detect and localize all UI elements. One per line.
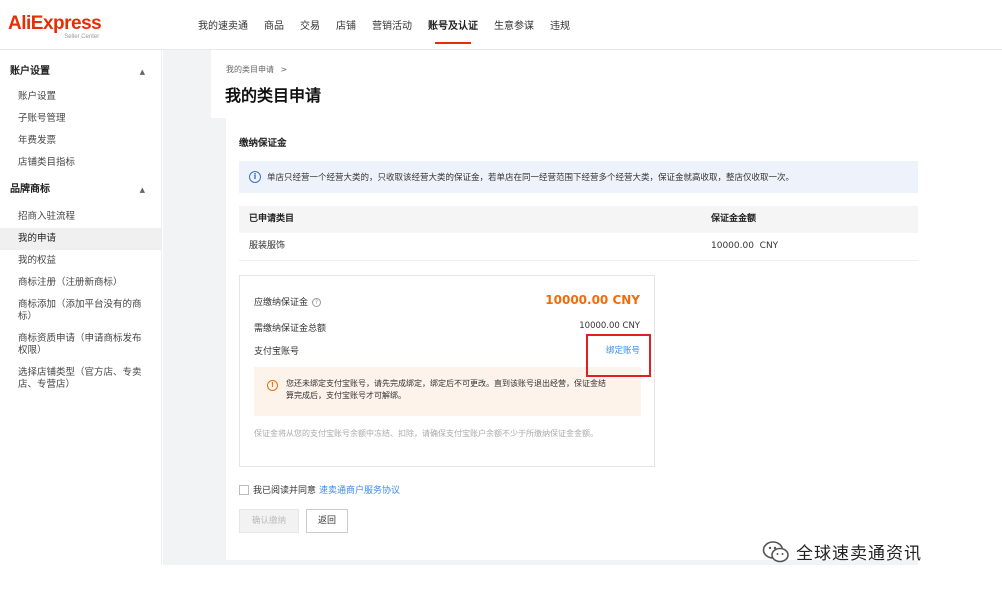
watermark-text: 全球速卖通资讯	[796, 544, 922, 564]
agreement-prefix: 我已阅读并同意	[253, 486, 317, 496]
top-bar: AliExpress Seller Center 我的速卖通 商品 交易 店铺 …	[0, 0, 1002, 50]
collapse-caret-icon[interactable]: ▲	[140, 58, 145, 86]
due-label: 应缴纳保证金	[254, 298, 309, 308]
sidebar-group-title: 品牌商标	[10, 184, 50, 195]
nav-item-business-advisor[interactable]: 生意参谋	[486, 0, 542, 50]
sidebar-group-brand[interactable]: 品牌商标 ▲	[0, 176, 161, 204]
nav-item-violations[interactable]: 违规	[542, 0, 578, 50]
due-label-row: 应缴纳保证金?	[254, 295, 322, 308]
breadcrumb: 我的类目申请 >	[226, 64, 287, 75]
nav-item-marketing[interactable]: 营销活动	[364, 0, 420, 50]
agreement-row: 我已阅读并同意 速卖通商户服务协议	[239, 483, 400, 496]
back-button[interactable]: 返回	[306, 509, 348, 533]
breadcrumb-link[interactable]: 我的类目申请	[226, 65, 274, 74]
sidebar-item-trademark-add[interactable]: 商标添加（添加平台没有的商标）	[0, 294, 161, 328]
nav-item-orders[interactable]: 交易	[292, 0, 328, 50]
sidebar-item-store-category-metrics[interactable]: 店铺类目指标	[0, 152, 161, 174]
warning-icon: !	[267, 380, 278, 391]
agreement-checkbox[interactable]	[239, 484, 249, 495]
sidebar-item-account-settings[interactable]: 账户设置	[0, 86, 161, 108]
breadcrumb-separator: >	[280, 65, 288, 74]
page-title: 我的类目申请	[225, 86, 322, 105]
warning-box: ! 您还未绑定支付宝账号，请先完成绑定，绑定后不可更改。直到该账号退出经营，保证…	[254, 367, 641, 416]
nav-item-store[interactable]: 店铺	[328, 0, 364, 50]
aliexpress-logo[interactable]: AliExpress Seller Center	[8, 13, 102, 41]
info-banner: i 单店只经营一个经营大类的，只收取该经营大类的保证金，若单店在同一经营范围下经…	[239, 161, 918, 193]
watermark: 全球速卖通资讯	[762, 539, 922, 564]
sidebar: 账户设置 ▲ 账户设置 子账号管理 年费发票 店铺类目指标 品牌商标 ▲ 招商入…	[0, 50, 162, 565]
table-row: 服装服饰 10000.00 CNY	[239, 233, 918, 261]
main-nav: 我的速卖通 商品 交易 店铺 营销活动 账号及认证 生意参谋 违规	[190, 0, 578, 50]
nav-item-my-aliexpress[interactable]: 我的速卖通	[190, 0, 256, 50]
sidebar-item-sub-accounts[interactable]: 子账号管理	[0, 108, 161, 130]
info-text: 单店只经营一个经营大类的，只收取该经营大类的保证金，若单店在同一经营范围下经营多…	[267, 173, 795, 183]
sidebar-item-trademark-qualification[interactable]: 商标资质申请（申请商标发布权限）	[0, 328, 161, 362]
cell-amount: 10000.00 CNY	[711, 241, 779, 251]
agreement-link[interactable]: 速卖通商户服务协议	[319, 483, 400, 496]
logo-subtitle: Seller Center	[64, 34, 100, 40]
cell-category: 服装服饰	[249, 241, 286, 251]
header-amount: 保证金金额	[711, 214, 757, 224]
logo-text: AliExpress	[8, 13, 102, 34]
sidebar-group-account[interactable]: 账户设置 ▲	[0, 58, 161, 86]
table-header: 已申请类目 保证金金额	[239, 206, 918, 233]
sidebar-group-title: 账户设置	[10, 66, 50, 77]
help-icon[interactable]: ?	[312, 298, 322, 307]
sidebar-item-my-rights[interactable]: 我的权益	[0, 250, 161, 272]
payment-note: 保证金将从您的支付宝账号余额中冻结、扣除，请确保支付宝账户余额不少于所缴纳保证金…	[254, 429, 598, 438]
sidebar-item-store-type[interactable]: 选择店铺类型（官方店、专卖店、专营店）	[0, 362, 161, 396]
info-icon: i	[249, 171, 261, 183]
section-title: 缴纳保证金	[239, 138, 287, 149]
sidebar-item-annual-fee-invoice[interactable]: 年费发票	[0, 130, 161, 152]
total-amount: 10000.00 CNY	[579, 321, 640, 331]
highlight-annotation-box	[586, 334, 651, 377]
warning-text: 您还未绑定支付宝账号，请先完成绑定，绑定后不可更改。直到该账号退出经营，保证金结…	[286, 379, 606, 400]
wechat-icon	[762, 540, 789, 562]
nav-item-account[interactable]: 账号及认证	[420, 0, 486, 50]
confirm-payment-button[interactable]: 确认缴纳	[239, 509, 299, 533]
sidebar-item-onboarding-process[interactable]: 招商入驻流程	[0, 206, 161, 228]
alipay-label: 支付宝账号	[254, 347, 300, 357]
nav-item-products[interactable]: 商品	[256, 0, 292, 50]
header-category: 已申请类目	[249, 214, 295, 224]
due-amount: 10000.00 CNY	[545, 293, 640, 307]
sidebar-item-my-applications[interactable]: 我的申请	[0, 228, 161, 250]
sidebar-item-trademark-register[interactable]: 商标注册（注册新商标）	[0, 272, 161, 294]
collapse-caret-icon[interactable]: ▲	[140, 176, 145, 204]
total-label: 需缴纳保证金总额	[254, 324, 327, 334]
